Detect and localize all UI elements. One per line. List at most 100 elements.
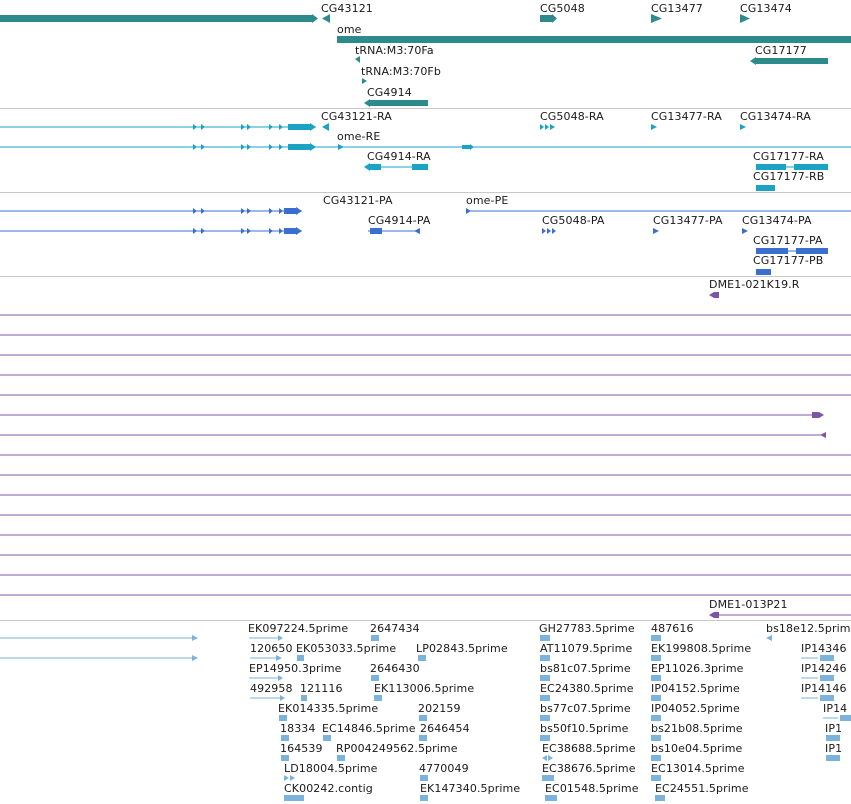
- gene-label-trna-70fb[interactable]: tRNA:M3:70Fb: [361, 65, 441, 78]
- est-label[interactable]: IP04052.5prime: [651, 702, 740, 715]
- est-label[interactable]: EK053033.5prime: [296, 642, 396, 655]
- est-label[interactable]: 120650: [250, 642, 293, 655]
- transcript-cg13474-ra[interactable]: [740, 124, 746, 130]
- est-label[interactable]: bs81c07.5prime: [540, 662, 631, 675]
- transcript-cg4914-ra[interactable]: [370, 164, 381, 170]
- clone-dme1-021k19-r[interactable]: [709, 292, 719, 298]
- est-label[interactable]: EK147340.5prime: [420, 782, 520, 795]
- transcript-label-cg17177-rb[interactable]: CG17177-RB: [753, 170, 824, 183]
- est-label[interactable]: EC14846.5prime: [322, 722, 416, 735]
- est-label[interactable]: 202159: [418, 702, 461, 715]
- protein-label-cg5048-pa[interactable]: CG5048-PA: [542, 214, 605, 227]
- protein-cg17177-pb[interactable]: [756, 269, 771, 275]
- est-label[interactable]: 2647434: [370, 622, 420, 635]
- gene-cg5048[interactable]: [540, 15, 552, 22]
- est-label[interactable]: EC38688.5prime: [542, 742, 636, 755]
- est-label[interactable]: EK113006.5prime: [374, 682, 474, 695]
- gene-label-cg43121[interactable]: CG43121: [321, 2, 373, 15]
- est-label[interactable]: EK199808.5prime: [651, 642, 751, 655]
- est-label[interactable]: EC24551.5prime: [655, 782, 749, 795]
- est-label[interactable]: 2646430: [370, 662, 420, 675]
- gene-label-cg13474[interactable]: CG13474: [740, 2, 792, 15]
- clone-lines[interactable]: [0, 314, 851, 596]
- gene-cg43121[interactable]: [322, 14, 330, 23]
- gene-cg13474[interactable]: [740, 14, 750, 23]
- gene-label-cg4914[interactable]: CG4914: [367, 86, 412, 99]
- est-label[interactable]: 487616: [651, 622, 694, 635]
- clone-label-dme1-013p21[interactable]: DME1-013P21: [709, 598, 788, 611]
- est-label[interactable]: 18334: [280, 722, 316, 735]
- transcript-label-cg17177-ra[interactable]: CG17177-RA: [753, 150, 824, 163]
- est-label[interactable]: bs10e04.5prime: [651, 742, 742, 755]
- est-features[interactable]: [249, 635, 851, 801]
- protein-label-cg17177-pa[interactable]: CG17177-PA: [753, 234, 823, 247]
- est-label[interactable]: 2646454: [420, 722, 470, 735]
- est-label[interactable]: bs18e12.5prime: [766, 622, 851, 635]
- protein-label-cg17177-pb[interactable]: CG17177-PB: [753, 254, 823, 267]
- est-label[interactable]: EP14950.3prime: [249, 662, 342, 675]
- transcript-label-cg13474-ra[interactable]: CG13474-RA: [740, 110, 811, 123]
- protein-cg4914-pa[interactable]: [370, 228, 382, 234]
- protein-cg13474-pa[interactable]: [742, 228, 748, 234]
- est-label[interactable]: IP04152.5prime: [651, 682, 740, 695]
- gene-cg4914[interactable]: [370, 100, 428, 106]
- est-label[interactable]: 121116: [300, 682, 343, 695]
- gene-label-cg5048[interactable]: CG5048: [540, 2, 585, 15]
- gene-cg13477[interactable]: [651, 14, 662, 23]
- protein-cg5048-pa[interactable]: [542, 228, 556, 234]
- est-label[interactable]: LD18004.5prime: [284, 762, 378, 775]
- est-label[interactable]: IP14246: [801, 662, 847, 675]
- est-label[interactable]: IP1: [825, 722, 842, 735]
- est-label[interactable]: 164539: [280, 742, 323, 755]
- est-label[interactable]: EC13014.5prime: [651, 762, 745, 775]
- gene-trna-70fa[interactable]: [355, 56, 360, 63]
- est-label[interactable]: IP14146: [801, 682, 847, 695]
- transcript-label-cg5048-ra[interactable]: CG5048-RA: [540, 110, 604, 123]
- est-label[interactable]: IP14346: [801, 642, 847, 655]
- est-label[interactable]: EC01548.5prime: [545, 782, 639, 795]
- est-label[interactable]: RP004249562.5prime: [336, 742, 458, 755]
- est-label[interactable]: CK00242.contig: [284, 782, 373, 795]
- transcript-label-ome-re[interactable]: ome-RE: [337, 130, 380, 143]
- protein-label-cg13477-pa[interactable]: CG13477-PA: [653, 214, 723, 227]
- est-label[interactable]: EC38676.5prime: [542, 762, 636, 775]
- gene-cg4914-arrow: [364, 99, 370, 107]
- est-label[interactable]: GH27783.5prime: [539, 622, 635, 635]
- gene-trna-70fb[interactable]: [362, 78, 367, 84]
- protein-label-cg43121-pa[interactable]: CG43121-PA: [323, 194, 393, 207]
- clone-dme1-013p21[interactable]: [709, 612, 719, 618]
- transcript-cg13477-ra[interactable]: [651, 124, 657, 130]
- transcript-label-cg4914-ra[interactable]: CG4914-RA: [367, 150, 431, 163]
- gene-label-ome[interactable]: ome: [337, 23, 362, 36]
- transcript-cg5048-ra[interactable]: [540, 124, 555, 130]
- est-label[interactable]: AT11079.5prime: [540, 642, 632, 655]
- est-label[interactable]: EP11026.3prime: [651, 662, 744, 675]
- protein-cg13477-pa[interactable]: [653, 228, 659, 234]
- est-label[interactable]: bs77c07.5prime: [540, 702, 631, 715]
- est-label[interactable]: EK097224.5prime: [248, 622, 348, 635]
- gene-ome[interactable]: [337, 36, 851, 43]
- est-label[interactable]: IP14: [823, 702, 847, 715]
- est-label[interactable]: 492958: [250, 682, 293, 695]
- est-label[interactable]: bs21b08.5prime: [651, 722, 743, 735]
- protein-label-cg4914-pa[interactable]: CG4914-PA: [368, 214, 431, 227]
- gene-label-cg17177[interactable]: CG17177: [755, 44, 807, 57]
- est-label[interactable]: EC24380.5prime: [540, 682, 634, 695]
- transcript-cg43121-ra-arrow[interactable]: [322, 123, 329, 131]
- gene-label-cg13477[interactable]: CG13477: [651, 2, 703, 15]
- transcript-cg17177-rb[interactable]: [756, 185, 775, 191]
- est-label[interactable]: 4770049: [419, 762, 469, 775]
- est-label[interactable]: EK014335.5prime: [278, 702, 378, 715]
- gene-label-trna-70fa[interactable]: tRNA:M3:70Fa: [355, 44, 434, 57]
- transcript-label-cg43121-ra[interactable]: CG43121-RA: [321, 110, 392, 123]
- clone-label-dme1-021k19-r[interactable]: DME1-021K19.R: [709, 278, 800, 291]
- est-label[interactable]: LP02843.5prime: [416, 642, 508, 655]
- est-label[interactable]: IP1: [825, 742, 842, 755]
- protein-label-ome-pe[interactable]: ome-PE: [466, 194, 508, 207]
- transcript-label-cg13477-ra[interactable]: CG13477-RA: [651, 110, 722, 123]
- gene-cg17177-arrow: [750, 57, 756, 65]
- gene-bar-left[interactable]: [0, 15, 312, 22]
- gene-cg17177[interactable]: [756, 58, 828, 64]
- protein-label-cg13474-pa[interactable]: CG13474-PA: [742, 214, 812, 227]
- est-label[interactable]: bs50f10.5prime: [540, 722, 629, 735]
